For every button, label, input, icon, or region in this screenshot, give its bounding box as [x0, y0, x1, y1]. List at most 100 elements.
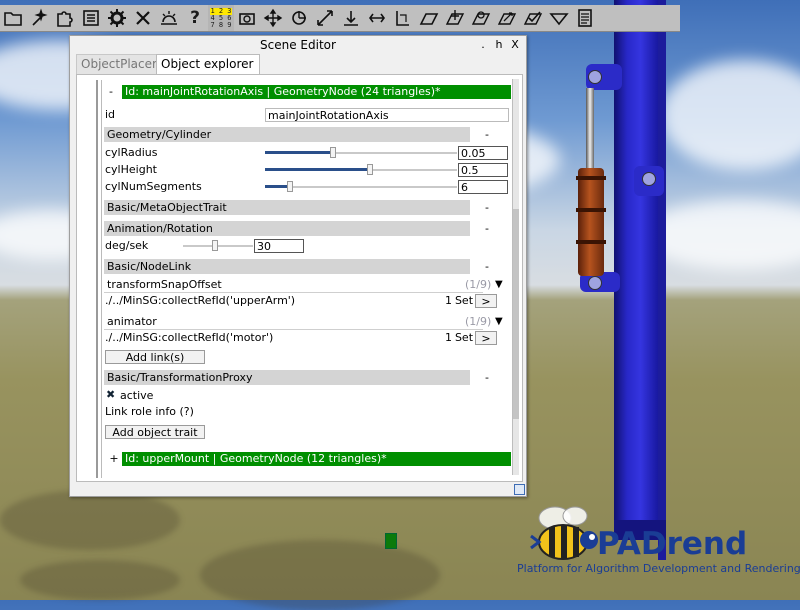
- cyl-height-slider[interactable]: [265, 163, 457, 177]
- blue-tower-edge: [658, 0, 666, 560]
- list-icon[interactable]: [78, 5, 104, 31]
- terrain-patch: [20, 560, 180, 600]
- logo-tagline: Platform for Algorithm Development and R…: [517, 562, 800, 575]
- cyl-height-input[interactable]: 0.5: [458, 163, 508, 177]
- move-icon[interactable]: [260, 5, 286, 31]
- window-title: Scene Editor: [260, 38, 336, 52]
- vertical-scrollbar[interactable]: [512, 79, 519, 475]
- add-links-button[interactable]: Add link(s): [105, 350, 205, 364]
- numbers-icon[interactable]: 1 2 3 4 5 6 7 8 9: [208, 5, 234, 31]
- scale-icon[interactable]: [312, 5, 338, 31]
- collapse-node-toggle[interactable]: -: [105, 85, 117, 99]
- link-row-divider: [104, 329, 483, 330]
- object-explorer-panel: - Id: mainJointRotationAxis | GeometryNo…: [76, 74, 523, 482]
- link-role-info-link[interactable]: Link role info (?): [105, 405, 194, 419]
- camera-icon[interactable]: [234, 5, 260, 31]
- cylinder-collapse-button[interactable]: -: [482, 127, 492, 142]
- id-input[interactable]: mainJointRotationAxis: [265, 108, 509, 122]
- link-role-label: animator: [107, 315, 157, 328]
- terrain-patch: [0, 490, 180, 550]
- link-set-button[interactable]: Set: [453, 331, 475, 345]
- help-icon[interactable]: ?: [182, 5, 208, 31]
- window-close-button[interactable]: X: [508, 37, 522, 52]
- section-header-rotation[interactable]: Animation/Rotation: [104, 221, 470, 236]
- node-header-main-joint[interactable]: Id: mainJointRotationAxis | GeometryNode…: [122, 85, 511, 99]
- tree-guide-line: [101, 80, 102, 478]
- padrend-logo: PADrend Platform for Algorithm Developme…: [515, 498, 800, 588]
- scrollbar-thumb[interactable]: [513, 209, 519, 419]
- plane-icon[interactable]: [416, 5, 442, 31]
- logo-wordmark: PADrend: [597, 526, 748, 562]
- folder-icon[interactable]: [0, 5, 26, 31]
- link-target-path[interactable]: ./../MinSG:collectRefId('motor'): [105, 331, 273, 345]
- deg-per-sec-input[interactable]: 30: [254, 239, 304, 253]
- properties-icon[interactable]: [572, 5, 598, 31]
- link-go-button[interactable]: >: [475, 294, 497, 308]
- cyl-radius-slider[interactable]: [265, 146, 457, 160]
- section-header-nodelink[interactable]: Basic/NodeLink: [104, 259, 470, 274]
- cyl-segments-label: cylNumSegments: [105, 180, 202, 193]
- numbers-row-3: 7 8 9: [210, 20, 232, 29]
- link-count: (1/9): [465, 315, 492, 328]
- rotation-collapse-button[interactable]: -: [482, 221, 492, 236]
- plane-rotate-icon[interactable]: [468, 5, 494, 31]
- green-cube-object[interactable]: [385, 533, 397, 549]
- link-count: (1/9): [465, 278, 492, 291]
- link-row-divider: [104, 292, 483, 293]
- section-header-meta-trait[interactable]: Basic/MetaObjectTrait: [104, 200, 470, 215]
- link-target-path[interactable]: ./../MinSG:collectRefId('upperArm'): [105, 294, 295, 308]
- meta-trait-collapse-button[interactable]: -: [482, 200, 492, 215]
- link-target-count: 1: [445, 331, 452, 344]
- cyl-radius-input[interactable]: 0.05: [458, 146, 508, 160]
- window-hide-button[interactable]: h: [492, 37, 506, 52]
- wand-icon[interactable]: [26, 5, 52, 31]
- cyl-height-label: cylHeight: [105, 163, 157, 176]
- active-label: active: [120, 389, 154, 402]
- window-resize-handle[interactable]: [514, 484, 525, 495]
- tab-object-explorer[interactable]: Object explorer: [156, 54, 260, 74]
- snap-down-icon[interactable]: [338, 5, 364, 31]
- active-checkbox[interactable]: ✖: [106, 388, 115, 402]
- lower-joint: [588, 276, 602, 290]
- node-header-upper-mount[interactable]: Id: upperMount | GeometryNode (12 triang…: [122, 452, 511, 466]
- main-toolbar: ? 1 2 3 4 5 6 7 8 9: [0, 5, 680, 32]
- link-expand-icon[interactable]: ▼: [495, 278, 503, 292]
- plane-snap-icon[interactable]: [546, 5, 572, 31]
- cyl-segments-input[interactable]: 6: [458, 180, 508, 194]
- piston-rod[interactable]: [586, 88, 594, 174]
- scene-editor-window: Scene Editor . h X ObjectPlacer Object e…: [69, 35, 527, 497]
- deg-per-sec-label: deg/sek: [105, 239, 149, 252]
- cyl-segments-slider[interactable]: [265, 180, 457, 194]
- measure-icon[interactable]: [390, 5, 416, 31]
- tab-objectplacer[interactable]: ObjectPlacer: [76, 54, 160, 74]
- plane-move-icon[interactable]: [442, 5, 468, 31]
- rotate-icon[interactable]: [286, 5, 312, 31]
- link-target-count: 1: [445, 294, 452, 307]
- deg-per-sec-slider[interactable]: [183, 239, 253, 253]
- link-set-button[interactable]: Set: [453, 294, 475, 308]
- upper-joint: [588, 70, 602, 84]
- link-role-label: transformSnapOffset: [107, 278, 222, 291]
- sunset-icon[interactable]: [156, 5, 182, 31]
- tools-icon[interactable]: [130, 5, 156, 31]
- side-joint: [642, 172, 656, 186]
- nodelink-collapse-button[interactable]: -: [482, 259, 492, 274]
- hydraulic-cylinder[interactable]: [576, 168, 606, 276]
- link-expand-icon[interactable]: ▼: [495, 315, 503, 329]
- section-header-cylinder[interactable]: Geometry/Cylinder: [104, 127, 470, 142]
- cloud: [660, 60, 800, 170]
- transform-proxy-collapse-button[interactable]: -: [482, 370, 492, 385]
- plane-scale-icon[interactable]: [494, 5, 520, 31]
- node-header-text: Id: upperMount | GeometryNode (12 triang…: [125, 452, 387, 465]
- add-object-trait-button[interactable]: Add object trait: [105, 425, 205, 439]
- link-go-button[interactable]: >: [475, 331, 497, 345]
- section-header-transform-proxy[interactable]: Basic/TransformationProxy: [104, 370, 470, 385]
- tree-guide-line: [96, 80, 98, 478]
- gear-icon[interactable]: [104, 5, 130, 31]
- puzzle-icon[interactable]: [52, 5, 78, 31]
- cyl-radius-label: cylRadius: [105, 146, 158, 159]
- plane-check-icon[interactable]: [520, 5, 546, 31]
- expand-node-toggle[interactable]: +: [108, 452, 120, 466]
- window-minimize-button[interactable]: .: [476, 37, 490, 52]
- align-icon[interactable]: [364, 5, 390, 31]
